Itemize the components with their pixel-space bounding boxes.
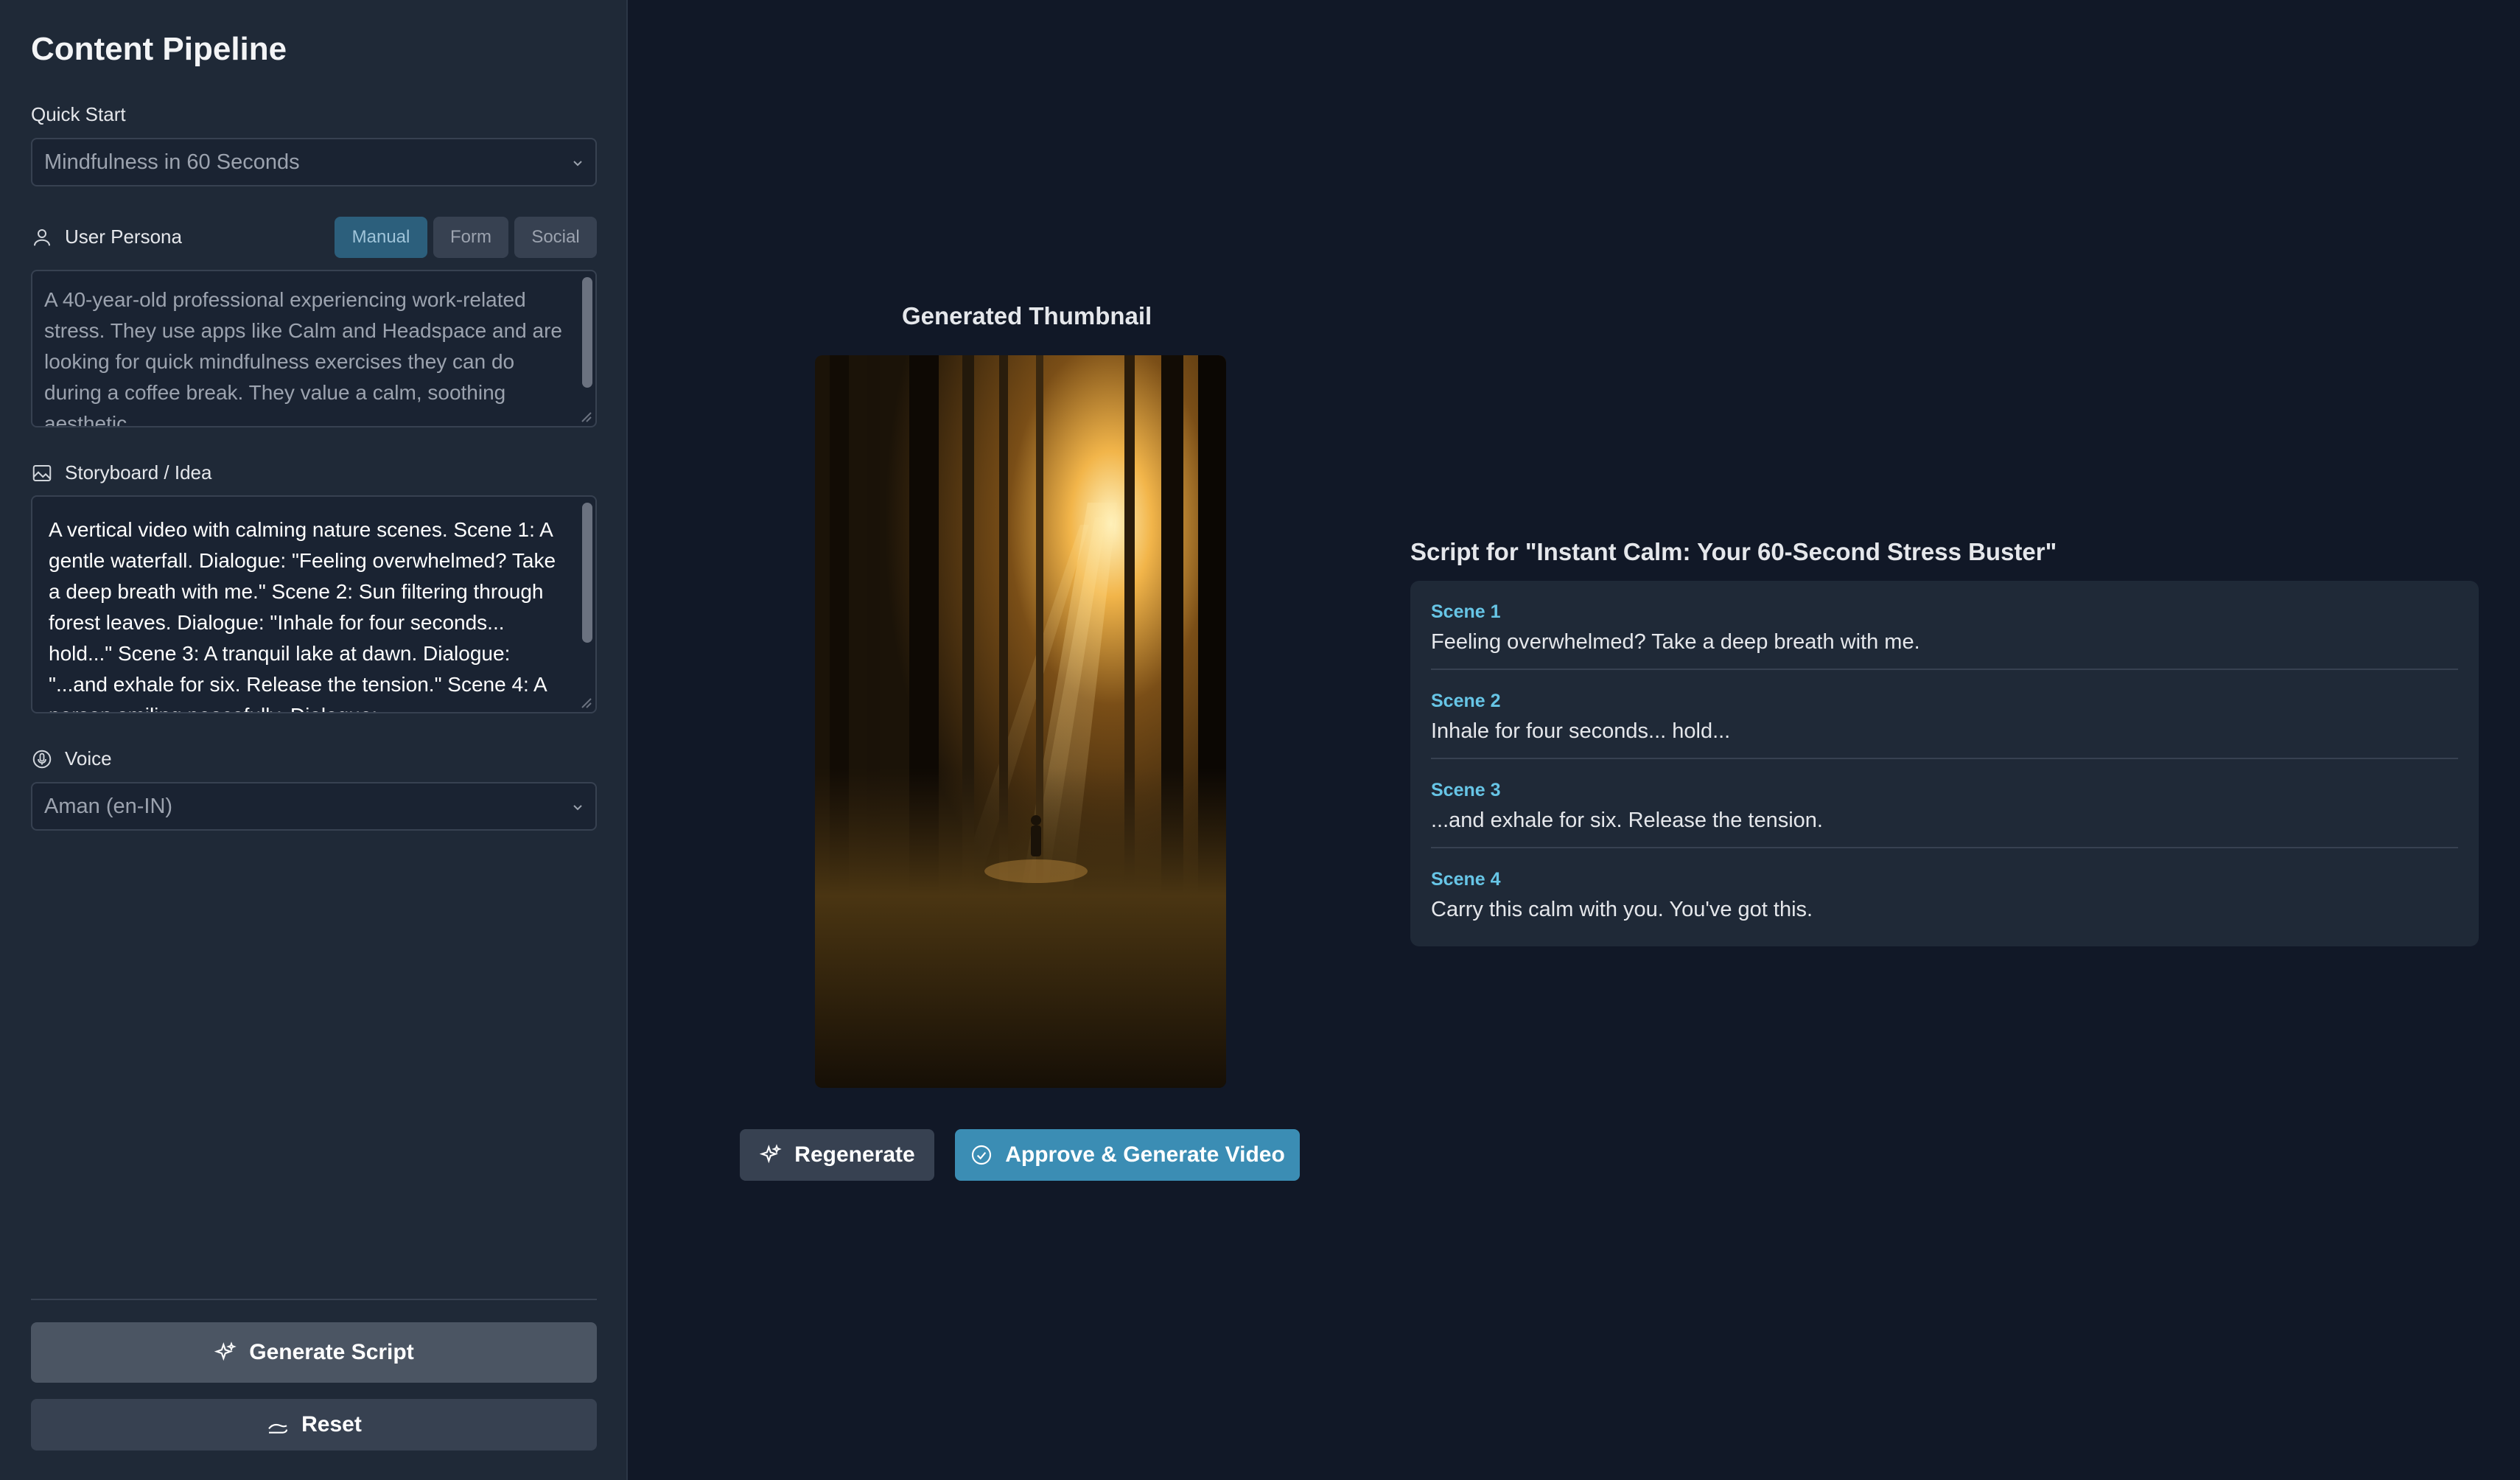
storyboard-label: Storyboard / Idea xyxy=(31,461,211,484)
persona-scroll-thumb[interactable] xyxy=(582,277,592,388)
check-circle-icon xyxy=(972,1145,992,1165)
image-icon xyxy=(32,464,52,481)
thumbnail-image xyxy=(815,355,1226,1088)
chevron-down-icon xyxy=(573,161,582,167)
quick-start-label: Quick Start xyxy=(31,103,126,126)
thumbnail-title: Generated Thumbnail xyxy=(902,302,1152,329)
persona-scrollbar[interactable] xyxy=(581,274,592,423)
approve-label: Approve & Generate Video xyxy=(1005,1142,1285,1167)
forest-image xyxy=(815,355,1226,1088)
resize-grip-icon[interactable] xyxy=(578,694,592,709)
scene-text: Carry this calm with you. You've got thi… xyxy=(1431,898,1813,921)
tab-social[interactable]: Social xyxy=(514,217,597,258)
quick-start-value: Mindfulness in 60 Seconds xyxy=(44,150,300,174)
scene-label: Scene 1 xyxy=(1431,601,1501,622)
storyboard-text: A vertical video with calming nature sce… xyxy=(49,518,556,712)
voice-value: Aman (en-IN) xyxy=(44,794,173,818)
chevron-down-icon xyxy=(573,805,582,811)
script-title: Script for "Instant Calm: Your 60-Second… xyxy=(1410,538,2057,565)
approve-generate-video-button[interactable]: Approve & Generate Video xyxy=(955,1129,1300,1181)
app-title: Content Pipeline xyxy=(31,31,287,67)
tab-form[interactable]: Form xyxy=(433,217,508,258)
sidebar: Content Pipeline Quick Start Mindfulness… xyxy=(0,0,628,1480)
regenerate-label: Regenerate xyxy=(794,1142,915,1167)
scene-item: Scene 3 ...and exhale for six. Release t… xyxy=(1431,759,2458,848)
voice-select[interactable]: Aman (en-IN) xyxy=(31,782,597,831)
reset-label: Reset xyxy=(301,1412,362,1437)
scene-label: Scene 3 xyxy=(1431,780,1501,800)
tab-manual[interactable]: Manual xyxy=(335,217,427,258)
user-persona-label: User Persona xyxy=(31,226,182,248)
scene-text: Inhale for four seconds... hold... xyxy=(1431,719,1731,743)
quick-start-label-text: Quick Start xyxy=(31,103,126,125)
scene-item: Scene 4 Carry this calm with you. You've… xyxy=(1431,848,2458,938)
user-icon xyxy=(34,228,50,245)
scene-item: Scene 2 Inhale for four seconds... hold.… xyxy=(1431,670,2458,759)
voice-icon xyxy=(32,750,52,768)
generate-script-button[interactable]: Generate Script xyxy=(31,1322,597,1383)
storyboard-scroll-thumb[interactable] xyxy=(582,503,592,643)
persona-textarea[interactable]: A 40-year-old professional experiencing … xyxy=(31,270,597,427)
sparkles-icon xyxy=(214,1341,237,1361)
voice-label-text: Voice xyxy=(65,747,112,769)
scene-label: Scene 2 xyxy=(1431,691,1501,711)
persona-text: A 40-year-old professional experiencing … xyxy=(44,288,562,427)
scene-text: Feeling overwhelmed? Take a deep breath … xyxy=(1431,630,1920,654)
storyboard-scrollbar[interactable] xyxy=(581,500,592,709)
sidebar-divider xyxy=(31,1299,597,1300)
sparkles-icon xyxy=(760,1144,783,1164)
storyboard-label-text: Storyboard / Idea xyxy=(65,461,212,484)
scene-label: Scene 4 xyxy=(1431,869,1501,890)
user-persona-label-text: User Persona xyxy=(65,226,182,248)
scene-item: Scene 1 Feeling overwhelmed? Take a deep… xyxy=(1431,581,2458,670)
regenerate-button[interactable]: Regenerate xyxy=(740,1129,934,1181)
storyboard-textarea[interactable]: A vertical video with calming nature sce… xyxy=(31,495,597,713)
reset-button[interactable]: Reset xyxy=(31,1399,597,1451)
voice-label: Voice xyxy=(31,747,112,770)
generate-script-label: Generate Script xyxy=(249,1340,414,1364)
reset-icon xyxy=(268,1423,288,1434)
scene-text: ...and exhale for six. Release the tensi… xyxy=(1431,809,1823,832)
resize-grip-icon[interactable] xyxy=(578,408,592,423)
quick-start-select[interactable]: Mindfulness in 60 Seconds xyxy=(31,138,597,186)
script-card: Scene 1 Feeling overwhelmed? Take a deep… xyxy=(1410,581,2479,946)
